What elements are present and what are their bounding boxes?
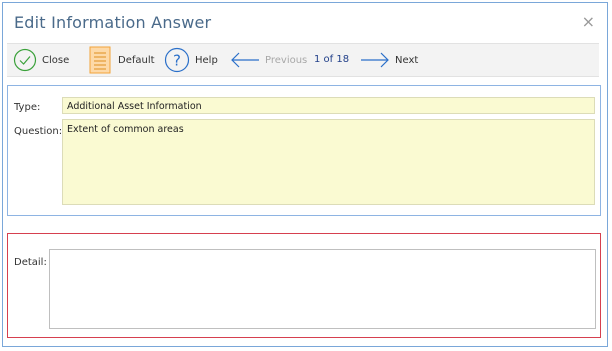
record-counter: 1 of 18 <box>314 54 350 65</box>
svg-text:?: ? <box>173 52 181 70</box>
next-button[interactable]: Next <box>360 44 418 76</box>
next-button-label: Next <box>395 54 419 66</box>
arrow-right-icon <box>361 52 389 68</box>
type-field: Additional Asset Information <box>62 97 595 114</box>
help-button-label: Help <box>195 54 218 66</box>
question-panel: Type: Additional Asset Information Quest… <box>7 85 601 216</box>
help-button[interactable]: ? Help <box>164 44 218 76</box>
type-label: Type: <box>14 102 41 113</box>
question-field: Extent of common areas <box>62 119 595 205</box>
default-button[interactable]: Default <box>89 44 155 76</box>
close-icon[interactable]: × <box>582 14 595 30</box>
arrow-left-icon <box>231 52 259 68</box>
question-circle-icon: ? <box>164 47 190 73</box>
close-button[interactable]: Close <box>13 44 69 76</box>
title-bar: Edit Information Answer × <box>3 3 607 43</box>
close-button-label: Close <box>42 54 70 66</box>
previous-button[interactable]: Previous <box>230 44 307 76</box>
dialog-title: Edit Information Answer <box>14 13 212 32</box>
previous-button-label: Previous <box>265 54 308 66</box>
check-circle-icon <box>13 48 37 72</box>
question-label: Question: <box>14 126 63 137</box>
detail-label: Detail: <box>14 257 47 268</box>
detail-panel: Detail: <box>7 233 601 338</box>
default-button-label: Default <box>118 54 155 66</box>
document-icon <box>89 46 111 74</box>
toolbar: Close Default ? Help Previous 1 of 18 Ne… <box>7 43 599 77</box>
detail-input[interactable] <box>49 249 596 329</box>
